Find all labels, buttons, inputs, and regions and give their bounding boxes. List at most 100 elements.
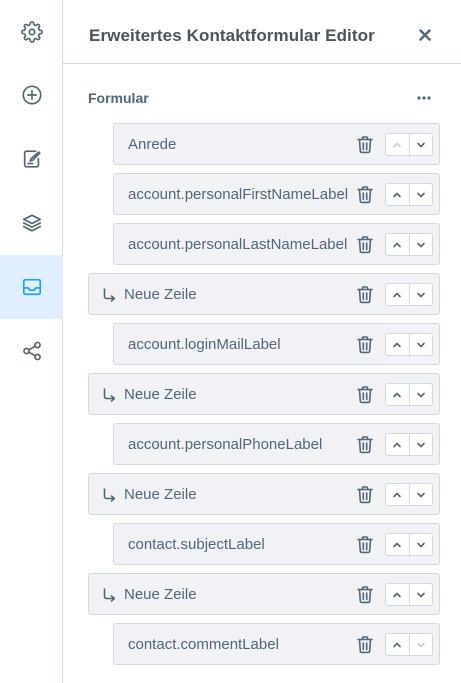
delete-button[interactable] [356, 385, 374, 404]
trash-icon [357, 436, 373, 454]
delete-button[interactable] [356, 585, 374, 604]
chevron-down-icon [416, 442, 425, 447]
close-button[interactable] [415, 25, 435, 45]
chevron-down-icon [416, 142, 425, 147]
move-button-group [385, 233, 433, 256]
row-label: Neue Zeile [124, 486, 197, 503]
move-up-button[interactable] [386, 434, 409, 455]
sidebar-item-edit[interactable] [0, 127, 63, 191]
row-label: account.personalPhoneLabel [128, 436, 323, 453]
move-down-button[interactable] [408, 584, 433, 605]
move-up-button[interactable] [386, 334, 409, 355]
move-up-button[interactable] [386, 634, 409, 655]
gear-icon [20, 21, 43, 43]
section-label: Formular [88, 90, 149, 106]
delete-button[interactable] [356, 335, 374, 354]
sidebar [0, 0, 63, 683]
form-field-row[interactable]: account.personalFirstNameLabel [113, 173, 440, 215]
row-label: Anrede [128, 136, 177, 153]
chevron-up-icon [393, 642, 402, 647]
move-up-button[interactable] [386, 284, 409, 305]
move-down-button[interactable] [408, 484, 433, 505]
move-up-button[interactable] [386, 534, 409, 555]
panel-title: Erweitertes Kontaktformular Editor [89, 26, 375, 45]
move-button-group [385, 583, 433, 606]
chevron-down-icon [416, 642, 425, 647]
form-field-row[interactable]: Anrede [113, 123, 440, 165]
move-down-button[interactable] [408, 434, 433, 455]
more-options-button[interactable] [412, 88, 436, 108]
sidebar-item-settings[interactable] [0, 0, 63, 64]
new-line-arrow-icon [103, 588, 116, 602]
form-field-row[interactable]: account.personalPhoneLabel [113, 423, 440, 465]
move-down-button[interactable] [408, 634, 433, 655]
new-line-arrow-icon [103, 488, 116, 502]
move-button-group [385, 283, 433, 306]
trash-icon [357, 136, 373, 154]
trash-icon [357, 286, 373, 304]
row-label: Neue Zeile [124, 286, 197, 303]
new-line-row[interactable]: Neue Zeile [88, 573, 440, 615]
delete-button[interactable] [356, 535, 374, 554]
sidebar-item-inbox[interactable] [0, 255, 63, 319]
chevron-down-icon [416, 192, 425, 197]
delete-button[interactable] [356, 485, 374, 504]
move-up-button[interactable] [386, 234, 409, 255]
move-up-button[interactable] [386, 584, 409, 605]
delete-button[interactable] [356, 185, 374, 204]
form-field-row[interactable]: contact.subjectLabel [113, 523, 440, 565]
delete-button[interactable] [356, 285, 374, 304]
delete-button[interactable] [356, 435, 374, 454]
trash-icon [357, 486, 373, 504]
chevron-up-icon [393, 192, 402, 197]
move-down-button[interactable] [408, 184, 433, 205]
new-line-row[interactable]: Neue Zeile [88, 373, 440, 415]
chevron-up-icon [393, 542, 402, 547]
chevron-down-icon [416, 492, 425, 497]
sidebar-item-add[interactable] [0, 63, 63, 127]
more-icon [417, 96, 431, 100]
new-line-row[interactable]: Neue Zeile [88, 273, 440, 315]
sidebar-item-layers[interactable] [0, 191, 63, 255]
trash-icon [357, 186, 373, 204]
move-up-button[interactable] [386, 184, 409, 205]
inbox-icon [22, 278, 41, 296]
chevron-up-icon [393, 392, 402, 397]
row-label: contact.subjectLabel [128, 536, 265, 553]
editor-panel: Erweitertes Kontaktformular Editor Formu… [63, 0, 461, 683]
form-field-row[interactable]: contact.commentLabel [113, 623, 440, 665]
form-field-row[interactable]: account.personalLastNameLabel [113, 223, 440, 265]
new-line-arrow-icon [103, 288, 116, 302]
delete-button[interactable] [356, 135, 374, 154]
row-label: account.personalLastNameLabel [128, 236, 348, 253]
move-button-group [385, 533, 433, 556]
delete-button[interactable] [356, 635, 374, 654]
row-label: account.personalFirstNameLabel [128, 186, 349, 203]
chevron-down-icon [416, 392, 425, 397]
trash-icon [357, 636, 373, 654]
move-down-button[interactable] [408, 334, 433, 355]
move-up-button[interactable] [386, 134, 409, 155]
chevron-down-icon [416, 542, 425, 547]
move-button-group [385, 383, 433, 406]
sidebar-item-share[interactable] [0, 319, 63, 383]
move-down-button[interactable] [408, 284, 433, 305]
move-down-button[interactable] [408, 234, 433, 255]
row-label: Neue Zeile [124, 386, 197, 403]
delete-button[interactable] [356, 235, 374, 254]
chevron-up-icon [393, 342, 402, 347]
move-up-button[interactable] [386, 484, 409, 505]
chevron-up-icon [393, 142, 402, 147]
move-down-button[interactable] [408, 134, 433, 155]
move-up-button[interactable] [386, 384, 409, 405]
move-button-group [385, 333, 433, 356]
new-line-row[interactable]: Neue Zeile [88, 473, 440, 515]
move-down-button[interactable] [408, 384, 433, 405]
form-field-row[interactable]: account.loginMailLabel [113, 323, 440, 365]
row-label: Neue Zeile [124, 586, 197, 603]
move-button-group [385, 483, 433, 506]
move-down-button[interactable] [408, 534, 433, 555]
chevron-down-icon [416, 242, 425, 247]
layers-icon [22, 214, 41, 232]
row-label: contact.commentLabel [128, 636, 279, 653]
